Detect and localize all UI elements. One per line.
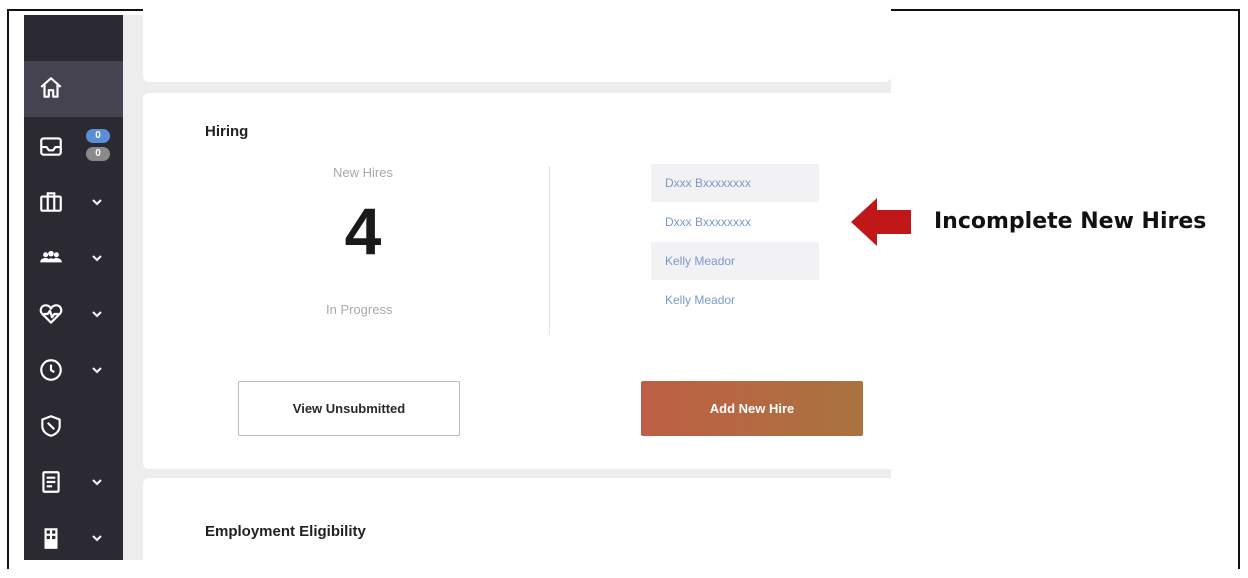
employment-eligibility-card: Employment Eligibility: [143, 478, 891, 578]
building-icon: [38, 525, 64, 551]
chevron-down-icon: [90, 195, 104, 209]
sidebar-item-people[interactable]: [24, 231, 123, 287]
incomplete-hire-link[interactable]: Dxxx Bxxxxxxxx: [651, 203, 819, 241]
sidebar-item-documents[interactable]: [24, 455, 123, 511]
incomplete-hire-link[interactable]: Kelly Meador: [651, 281, 819, 319]
add-new-hire-button[interactable]: Add New Hire: [641, 381, 863, 436]
new-hires-label: New Hires: [333, 165, 393, 180]
sidebar-item-compliance[interactable]: [24, 399, 123, 455]
people-icon: [38, 245, 64, 271]
chevron-down-icon: [90, 531, 104, 545]
section-divider: [549, 166, 550, 334]
sidebar-item-benefits[interactable]: [24, 287, 123, 343]
employment-eligibility-title: Employment Eligibility: [205, 523, 366, 540]
arrow-left-icon: [851, 196, 911, 248]
chevron-down-icon: [90, 363, 104, 377]
sidebar-item-company[interactable]: [24, 511, 123, 567]
annotation-label: Incomplete New Hires: [934, 209, 1207, 234]
briefcase-icon: [38, 189, 64, 215]
chevron-down-icon: [90, 251, 104, 265]
inbox-icon: [38, 133, 64, 159]
shield-icon: [38, 413, 64, 439]
top-card: [143, 9, 891, 82]
chevron-down-icon: [90, 475, 104, 489]
sidebar-item-jobs[interactable]: [24, 175, 123, 231]
sidebar-item-inbox[interactable]: 0 0: [24, 119, 123, 175]
new-hires-count: 4: [344, 194, 382, 268]
view-unsubmitted-button[interactable]: View Unsubmitted: [238, 381, 460, 436]
heart-pulse-icon: [38, 301, 64, 327]
inbox-unread-badge: 0: [86, 129, 110, 143]
sidebar-nav: 0 0: [24, 15, 123, 560]
chevron-down-icon: [90, 307, 104, 321]
sidebar-item-time[interactable]: [24, 343, 123, 399]
home-icon: [38, 75, 64, 101]
incomplete-hire-link[interactable]: Kelly Meador: [651, 242, 819, 280]
hiring-card: Hiring New Hires 4 In Progress Dxxx Bxxx…: [143, 93, 891, 469]
document-icon: [38, 469, 64, 495]
clock-icon: [38, 357, 64, 383]
inbox-total-badge: 0: [86, 147, 110, 161]
hiring-title: Hiring: [205, 123, 249, 140]
incomplete-hire-link[interactable]: Dxxx Bxxxxxxxx: [651, 164, 819, 202]
sidebar-item-home[interactable]: [24, 61, 123, 117]
main-content: Hiring New Hires 4 In Progress Dxxx Bxxx…: [123, 9, 891, 578]
in-progress-label: In Progress: [326, 302, 393, 317]
